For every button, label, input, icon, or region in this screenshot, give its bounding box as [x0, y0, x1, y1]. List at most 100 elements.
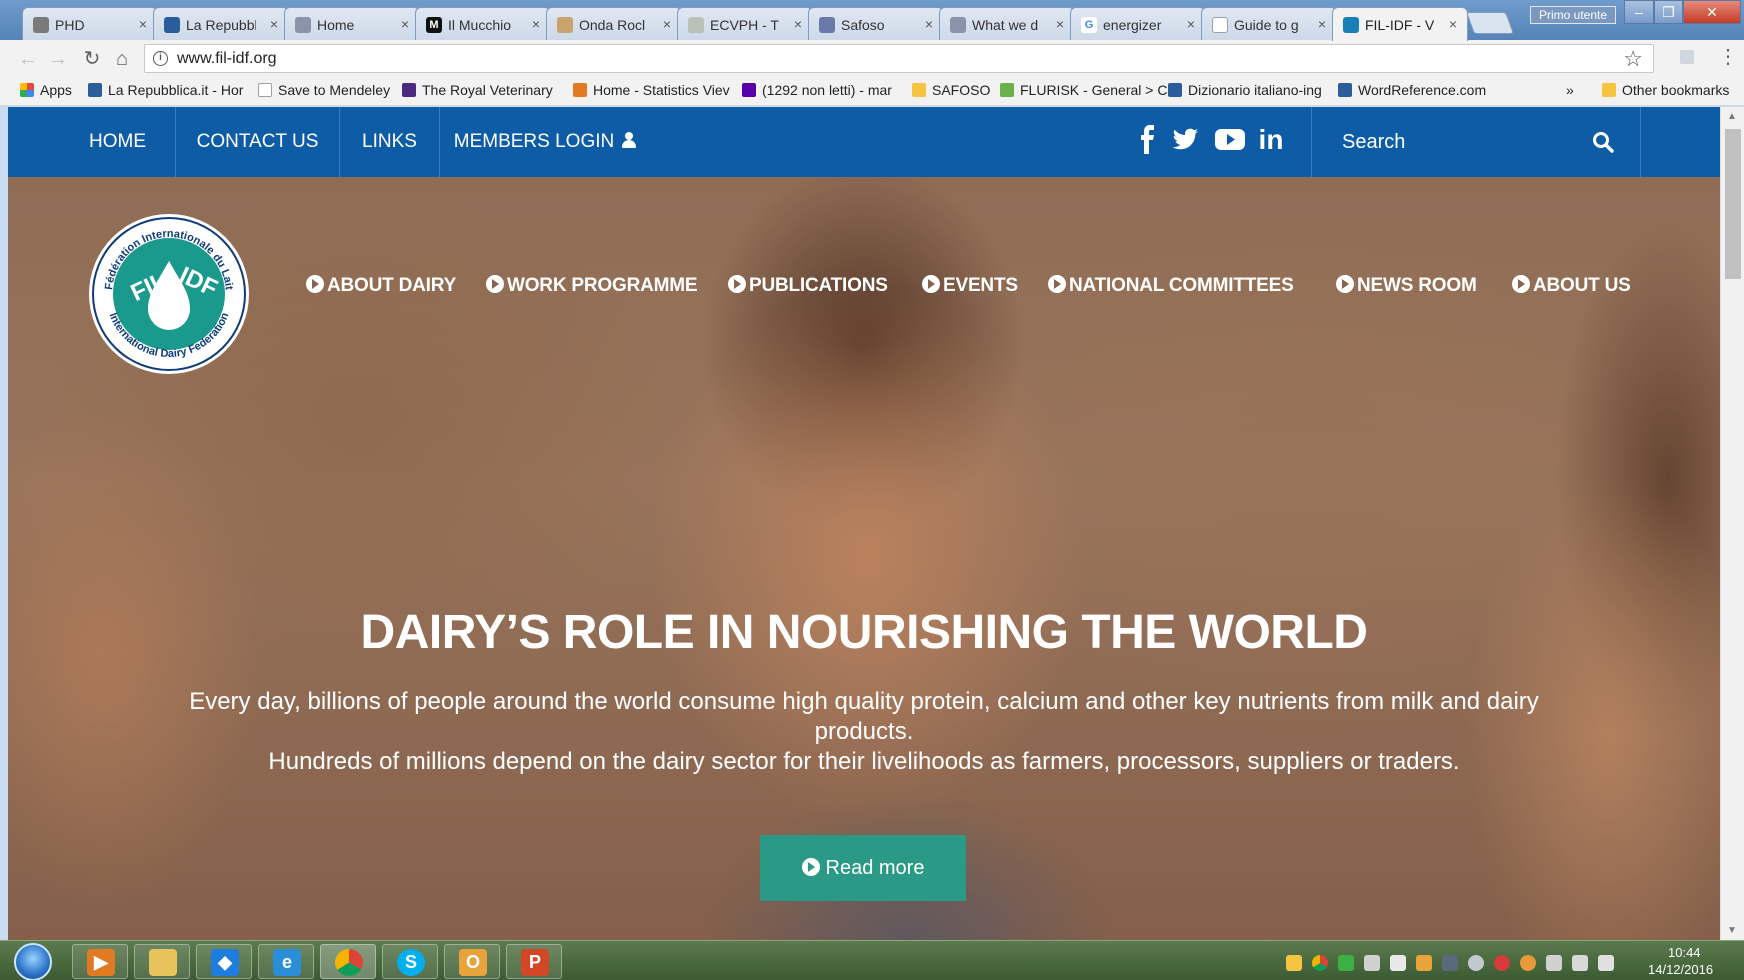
tab-favicon-icon — [1212, 17, 1228, 33]
top-nav-home[interactable]: HOME — [60, 107, 176, 177]
nav-news-room[interactable]: NEWS ROOM — [1336, 275, 1477, 297]
tab[interactable]: Safoso × — [808, 7, 944, 40]
tray-shield-icon[interactable] — [1286, 955, 1302, 971]
page-scrollbar[interactable]: ▲ ▼ — [1720, 107, 1744, 940]
bookmark-item[interactable]: Save to Mendeley — [258, 82, 390, 98]
tab[interactable]: Onda Rocl × — [546, 7, 682, 40]
nav-publications[interactable]: PUBLICATIONS — [728, 275, 888, 297]
taskbar-app-active[interactable] — [320, 944, 376, 979]
tab[interactable]: ECVPH - T × — [677, 7, 813, 40]
taskbar-app[interactable]: ◆ — [196, 944, 252, 979]
tab-close-icon[interactable]: × — [1056, 16, 1064, 32]
facebook-icon[interactable] — [1136, 124, 1158, 158]
tab-close-icon[interactable]: × — [1449, 16, 1457, 32]
fil-idf-logo[interactable]: Fédération Internationale du Lait Intern… — [88, 213, 250, 375]
tray-chrome-icon[interactable] — [1312, 955, 1328, 971]
tray-device-icon[interactable] — [1390, 955, 1406, 971]
tab-close-icon[interactable]: × — [925, 16, 933, 32]
tab-close-icon[interactable]: × — [270, 16, 278, 32]
tab-close-icon[interactable]: × — [532, 16, 540, 32]
back-icon[interactable]: ← — [16, 47, 40, 71]
bookmark-item[interactable]: Dizionario italiano-ing — [1168, 82, 1322, 98]
bookmark-item[interactable]: Home - Statistics Viev — [573, 82, 730, 98]
nav-events[interactable]: EVENTS — [922, 275, 1018, 297]
nav-national-committees[interactable]: NATIONAL COMMITTEES — [1048, 275, 1294, 297]
tab[interactable]: M Il Mucchio × — [415, 7, 551, 40]
taskbar-app[interactable]: P — [506, 944, 562, 979]
taskbar-app[interactable]: O — [444, 944, 500, 979]
nav-about-dairy[interactable]: ABOUT DAIRY — [306, 275, 456, 297]
clock-time[interactable]: 10:44 — [1668, 945, 1701, 960]
tab-close-icon[interactable]: × — [794, 16, 802, 32]
tab-close-icon[interactable]: × — [401, 16, 409, 32]
tab[interactable]: What we d × — [939, 7, 1075, 40]
tab-active[interactable]: FIL-IDF - V × — [1332, 7, 1468, 41]
other-bookmarks[interactable]: Other bookmarks — [1602, 82, 1729, 98]
info-icon[interactable]: i — [153, 51, 168, 66]
scroll-down-icon[interactable]: ▼ — [1727, 925, 1737, 936]
tray-app-icon[interactable] — [1520, 955, 1536, 971]
start-button[interactable] — [14, 943, 52, 980]
twitter-icon[interactable] — [1168, 124, 1202, 158]
home-icon[interactable]: ⌂ — [110, 47, 134, 71]
tab-close-icon[interactable]: × — [139, 16, 147, 32]
search-input[interactable] — [1342, 125, 1572, 159]
bookmark-item[interactable]: (1292 non letti) - mar — [742, 82, 892, 98]
bookmarks-overflow-icon[interactable]: » — [1566, 82, 1574, 98]
menu-icon[interactable]: ⋮ — [1718, 44, 1738, 69]
tab[interactable]: Guide to g × — [1201, 7, 1337, 40]
read-more-button[interactable]: Read more — [760, 835, 966, 901]
scroll-up-icon[interactable]: ▲ — [1727, 111, 1737, 122]
new-tab-button[interactable] — [1465, 12, 1515, 34]
tray-network-icon[interactable] — [1468, 955, 1484, 971]
bookmark-item[interactable]: FLURISK - General > C — [1000, 82, 1167, 98]
tab[interactable]: Genergizer × — [1070, 7, 1206, 40]
reload-icon[interactable]: ↻ — [80, 47, 104, 71]
youtube-icon[interactable] — [1212, 124, 1248, 158]
taskbar-app[interactable]: e — [258, 944, 314, 979]
tray-monitor-icon[interactable] — [1442, 955, 1458, 971]
scroll-thumb[interactable] — [1725, 129, 1741, 279]
taskbar-app[interactable]: ▶ — [72, 944, 128, 979]
tab-close-icon[interactable]: × — [1318, 16, 1326, 32]
tab-close-icon[interactable]: × — [1187, 16, 1195, 32]
clock-date[interactable]: 14/12/2016 — [1648, 962, 1713, 977]
maximize-icon[interactable]: ❐ — [1654, 0, 1683, 24]
profile-button[interactable]: Primo utente — [1530, 6, 1616, 24]
top-nav-members-login[interactable]: MEMBERS LOGIN — [440, 107, 650, 177]
bookmark-item[interactable]: La Repubblica.it - Hor — [88, 82, 243, 98]
extension-icon[interactable] — [1680, 50, 1694, 64]
tab-favicon-icon — [688, 17, 704, 33]
bookmark-star-icon[interactable]: ☆ — [1623, 46, 1643, 72]
close-window-icon[interactable]: ✕ — [1683, 0, 1741, 24]
minimize-icon[interactable]: – — [1624, 0, 1654, 24]
bookmark-item[interactable]: WordReference.com — [1338, 82, 1486, 98]
url-text[interactable]: www.fil-idf.org — [177, 50, 277, 68]
forward-icon[interactable]: → — [46, 47, 70, 71]
tab[interactable]: La Repubbl × — [153, 7, 289, 40]
nav-work-programme[interactable]: WORK PROGRAMME — [486, 275, 698, 297]
top-nav-contact-us[interactable]: CONTACT US — [176, 107, 340, 177]
tray-outlook-icon[interactable] — [1416, 955, 1432, 971]
tray-acrobat-icon[interactable] — [1494, 955, 1510, 971]
nav-label: ABOUT DAIRY — [327, 275, 457, 296]
tab[interactable]: Home × — [284, 7, 420, 40]
tray-dropbox-icon[interactable] — [1364, 955, 1380, 971]
search-icon[interactable] — [1592, 131, 1614, 153]
tab-close-icon[interactable]: × — [663, 16, 671, 32]
address-bar[interactable]: i www.fil-idf.org ☆ — [144, 44, 1654, 73]
bookmark-item[interactable]: SAFOSO — [912, 82, 990, 98]
tab[interactable]: PHD × — [22, 7, 158, 40]
taskbar-app[interactable] — [134, 944, 190, 979]
top-nav-links[interactable]: LINKS — [340, 107, 440, 177]
nav-label: PUBLICATIONS — [749, 275, 888, 296]
bookmark-apps[interactable]: Apps — [20, 82, 72, 98]
tray-volume-icon[interactable] — [1598, 955, 1614, 971]
linkedin-icon[interactable]: in — [1254, 124, 1288, 158]
taskbar-app[interactable]: S — [382, 944, 438, 979]
tray-network-status-icon[interactable] — [1572, 955, 1588, 971]
tray-flag-icon[interactable] — [1546, 955, 1562, 971]
nav-about-us[interactable]: ABOUT US — [1512, 275, 1631, 297]
bookmark-item[interactable]: The Royal Veterinary — [402, 82, 553, 98]
tray-check-icon[interactable] — [1338, 955, 1354, 971]
